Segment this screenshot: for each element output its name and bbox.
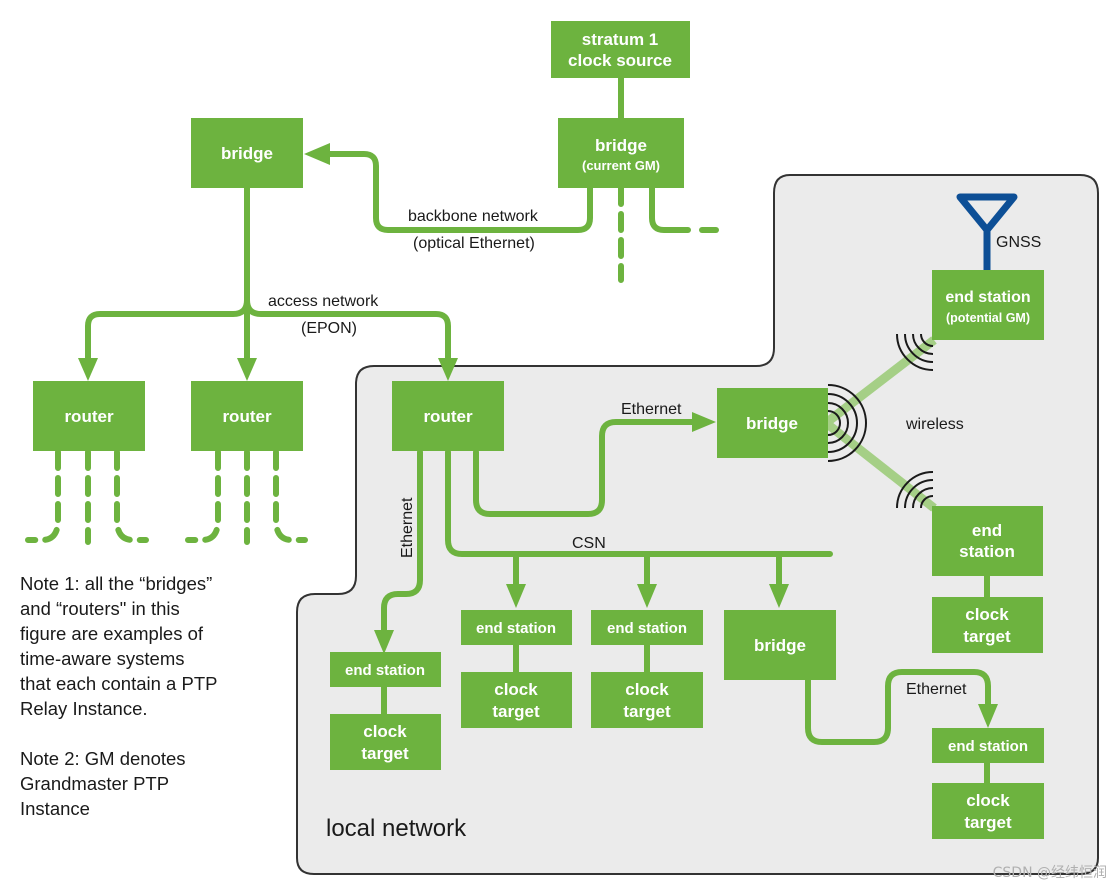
svg-text:bridge: bridge — [746, 414, 798, 433]
ethernet-bottom-label: Ethernet — [906, 681, 967, 698]
svg-text:bridge: bridge — [221, 144, 273, 163]
local-network-label: local network — [326, 815, 467, 842]
gnss-label: GNSS — [996, 234, 1041, 251]
arrow-backbone — [304, 143, 330, 165]
watermark: CSDN @经纬恒润 — [992, 865, 1107, 881]
bridge-backbone[interactable]: bridge — [191, 118, 303, 188]
svg-text:end station: end station — [948, 738, 1028, 755]
svg-text:clock: clock — [363, 722, 407, 741]
svg-text:target: target — [964, 813, 1012, 832]
ethernet-vertical-label: Ethernet — [399, 497, 416, 558]
router1-outputs — [25, 449, 149, 545]
end-station-wireless[interactable]: end station — [932, 506, 1043, 576]
note-1: Note 1: all the “bridges” and “routers" … — [20, 573, 218, 719]
svg-text:(current GM): (current GM) — [582, 158, 660, 173]
svg-text:stratum 1: stratum 1 — [582, 30, 659, 49]
access-network-sublabel: (EPON) — [301, 320, 357, 337]
router-local[interactable]: router — [392, 381, 504, 451]
svg-text:target: target — [963, 627, 1011, 646]
ethernet-top-label: Ethernet — [621, 401, 682, 418]
svg-text:end station: end station — [607, 620, 687, 637]
bridge-csn[interactable]: bridge — [724, 610, 836, 680]
csn-label: CSN — [572, 535, 606, 552]
bridge-wireless[interactable]: bridge — [717, 388, 828, 458]
bridge-current-gm[interactable]: bridge (current GM) — [558, 118, 684, 188]
svg-text:end station: end station — [945, 289, 1030, 306]
svg-text:clock: clock — [494, 680, 538, 699]
access-network-label: access network — [268, 293, 379, 310]
svg-text:clock: clock — [966, 791, 1010, 810]
backbone-network-label: backbone network — [408, 208, 539, 225]
svg-text:end station: end station — [476, 620, 556, 637]
arrow-router2 — [237, 358, 257, 381]
wireless-label: wireless — [905, 416, 964, 433]
router2-outputs — [185, 449, 308, 545]
wire-access-left — [85, 297, 250, 361]
svg-text:router: router — [222, 407, 272, 426]
end-station-potential-gm[interactable]: end station (potential GM) — [932, 270, 1044, 340]
svg-text:target: target — [623, 702, 671, 721]
svg-text:end station: end station — [345, 662, 425, 679]
svg-text:router: router — [64, 407, 114, 426]
backbone-network-sublabel: (optical Ethernet) — [413, 235, 535, 252]
note-2: Note 2: GM denotes Grandmaster PTP Insta… — [20, 748, 186, 819]
router-1[interactable]: router — [33, 381, 145, 451]
clock-target-csn-1[interactable]: clock target — [461, 672, 572, 728]
svg-text:clock: clock — [965, 605, 1009, 624]
svg-text:station: station — [959, 542, 1015, 561]
end-station-csn-2[interactable]: end station — [591, 610, 703, 645]
end-station-bridge[interactable]: end station — [932, 728, 1044, 763]
svg-text:(potential GM): (potential GM) — [946, 311, 1030, 325]
svg-text:clock: clock — [625, 680, 669, 699]
router-2[interactable]: router — [191, 381, 303, 451]
clock-target-csn-2[interactable]: clock target — [591, 672, 703, 728]
clock-target-wireless[interactable]: clock target — [932, 597, 1043, 653]
stratum1-clock-source[interactable]: stratum 1 clock source — [551, 21, 690, 78]
arrow-router1 — [78, 358, 98, 381]
svg-text:target: target — [361, 744, 409, 763]
wire-gm-right — [649, 185, 691, 233]
svg-text:clock source: clock source — [568, 51, 672, 70]
end-station-csn-1[interactable]: end station — [461, 610, 572, 645]
svg-text:end: end — [972, 521, 1002, 540]
svg-text:target: target — [492, 702, 540, 721]
clock-target-bridge[interactable]: clock target — [932, 783, 1044, 839]
end-station-ethernet[interactable]: end station — [330, 652, 441, 687]
svg-text:bridge: bridge — [595, 136, 647, 155]
clock-target-ethernet[interactable]: clock target — [330, 714, 441, 770]
svg-text:router: router — [423, 407, 473, 426]
svg-text:bridge: bridge — [754, 636, 806, 655]
